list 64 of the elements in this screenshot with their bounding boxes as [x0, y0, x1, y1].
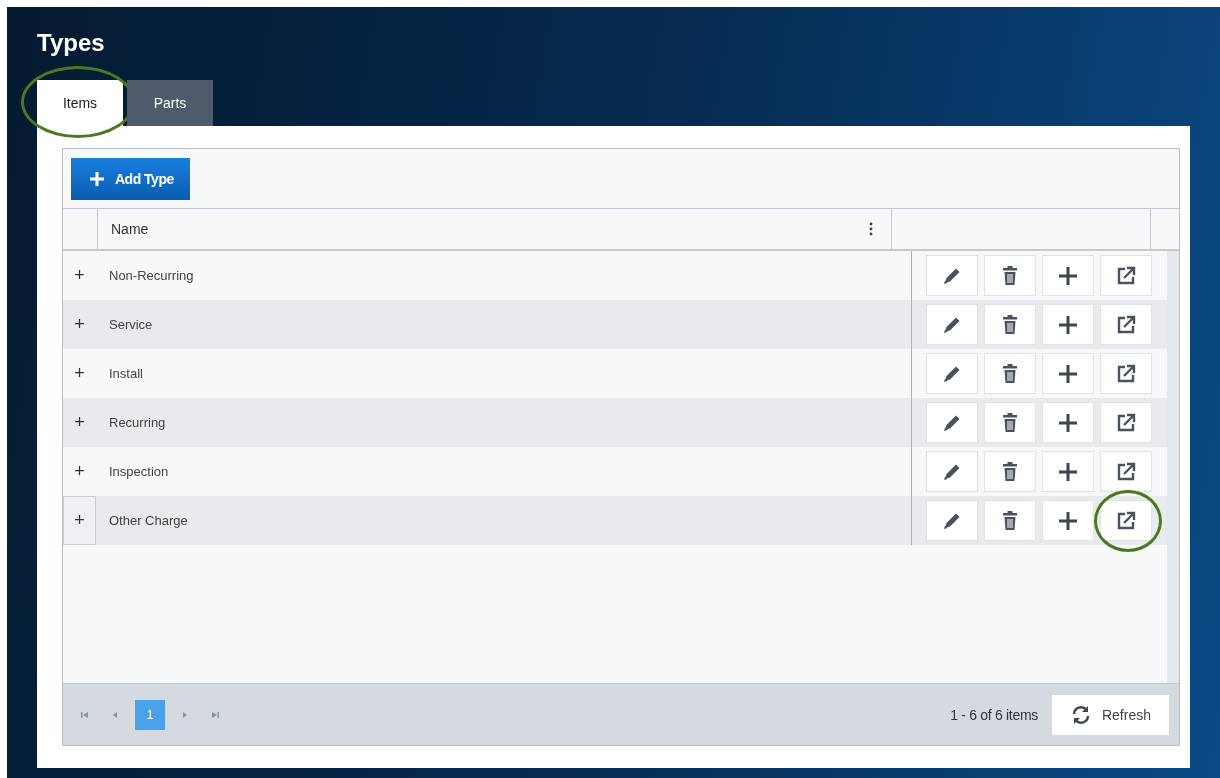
page-title: Types [37, 28, 106, 58]
refresh-button[interactable]: Refresh [1051, 694, 1169, 735]
scrollbar-track[interactable] [1167, 251, 1179, 683]
delete-button[interactable] [984, 451, 1036, 492]
delete-button[interactable] [984, 255, 1036, 296]
open-button[interactable] [1100, 255, 1152, 296]
expand-toggle[interactable]: + [74, 510, 85, 531]
add-child-button[interactable] [1042, 500, 1094, 541]
delete-button[interactable] [984, 402, 1036, 443]
table-cell: Recurring [109, 415, 166, 430]
trash-icon [1000, 362, 1020, 385]
trash-icon [1000, 264, 1020, 287]
edit-button[interactable] [926, 451, 978, 492]
expand-toggle[interactable]: + [74, 314, 85, 335]
tab[interactable]: Items [37, 80, 123, 126]
expand-toggle[interactable]: + [74, 412, 85, 433]
open-button[interactable] [1100, 304, 1152, 345]
delete-button[interactable] [984, 304, 1036, 345]
expand-toggle[interactable]: + [74, 363, 85, 384]
column-menu-icon[interactable] [869, 222, 873, 236]
external-link-icon [1116, 461, 1136, 482]
open-button[interactable] [1100, 353, 1152, 394]
table-cell: Other Charge [109, 513, 188, 528]
table-cell: Install [109, 366, 143, 381]
edit-button[interactable] [926, 402, 978, 443]
edit-button[interactable] [926, 353, 978, 394]
column-header: Name [111, 221, 149, 237]
plus-icon [1058, 363, 1078, 384]
add-child-button[interactable] [1042, 353, 1094, 394]
external-link-icon [1116, 265, 1136, 286]
plus-icon [1058, 461, 1078, 482]
trash-icon [1000, 460, 1020, 483]
trash-icon [1000, 509, 1020, 532]
add-type-button[interactable]: Add Type [71, 157, 190, 200]
plus-icon [89, 170, 105, 187]
expand-toggle[interactable]: + [74, 461, 85, 482]
plus-icon [1058, 314, 1078, 335]
delete-button[interactable] [984, 500, 1036, 541]
open-button[interactable] [1100, 500, 1152, 541]
open-button[interactable] [1100, 402, 1152, 443]
table-cell: Non-Recurring [109, 268, 194, 283]
edit-button[interactable] [926, 255, 978, 296]
add-child-button[interactable] [1042, 255, 1094, 296]
external-link-icon [1116, 510, 1136, 531]
plus-icon [1058, 265, 1078, 286]
delete-button[interactable] [984, 353, 1036, 394]
table-cell: Inspection [109, 464, 169, 479]
trash-icon [1000, 411, 1020, 434]
plus-icon [1058, 412, 1078, 433]
external-link-icon [1116, 314, 1136, 335]
table-cell: Service [109, 317, 153, 332]
add-child-button[interactable] [1042, 402, 1094, 443]
trash-icon [1000, 313, 1020, 336]
external-link-icon [1116, 363, 1136, 384]
add-child-button[interactable] [1042, 451, 1094, 492]
pager-summary: 1 - 6 of 6 items [950, 706, 1038, 723]
edit-button[interactable] [926, 304, 978, 345]
plus-icon [1058, 510, 1078, 531]
tab[interactable]: Parts [127, 80, 213, 126]
add-child-button[interactable] [1042, 304, 1094, 345]
open-button[interactable] [1100, 451, 1152, 492]
expand-toggle[interactable]: + [74, 265, 85, 286]
edit-button[interactable] [926, 500, 978, 541]
external-link-icon [1116, 412, 1136, 433]
